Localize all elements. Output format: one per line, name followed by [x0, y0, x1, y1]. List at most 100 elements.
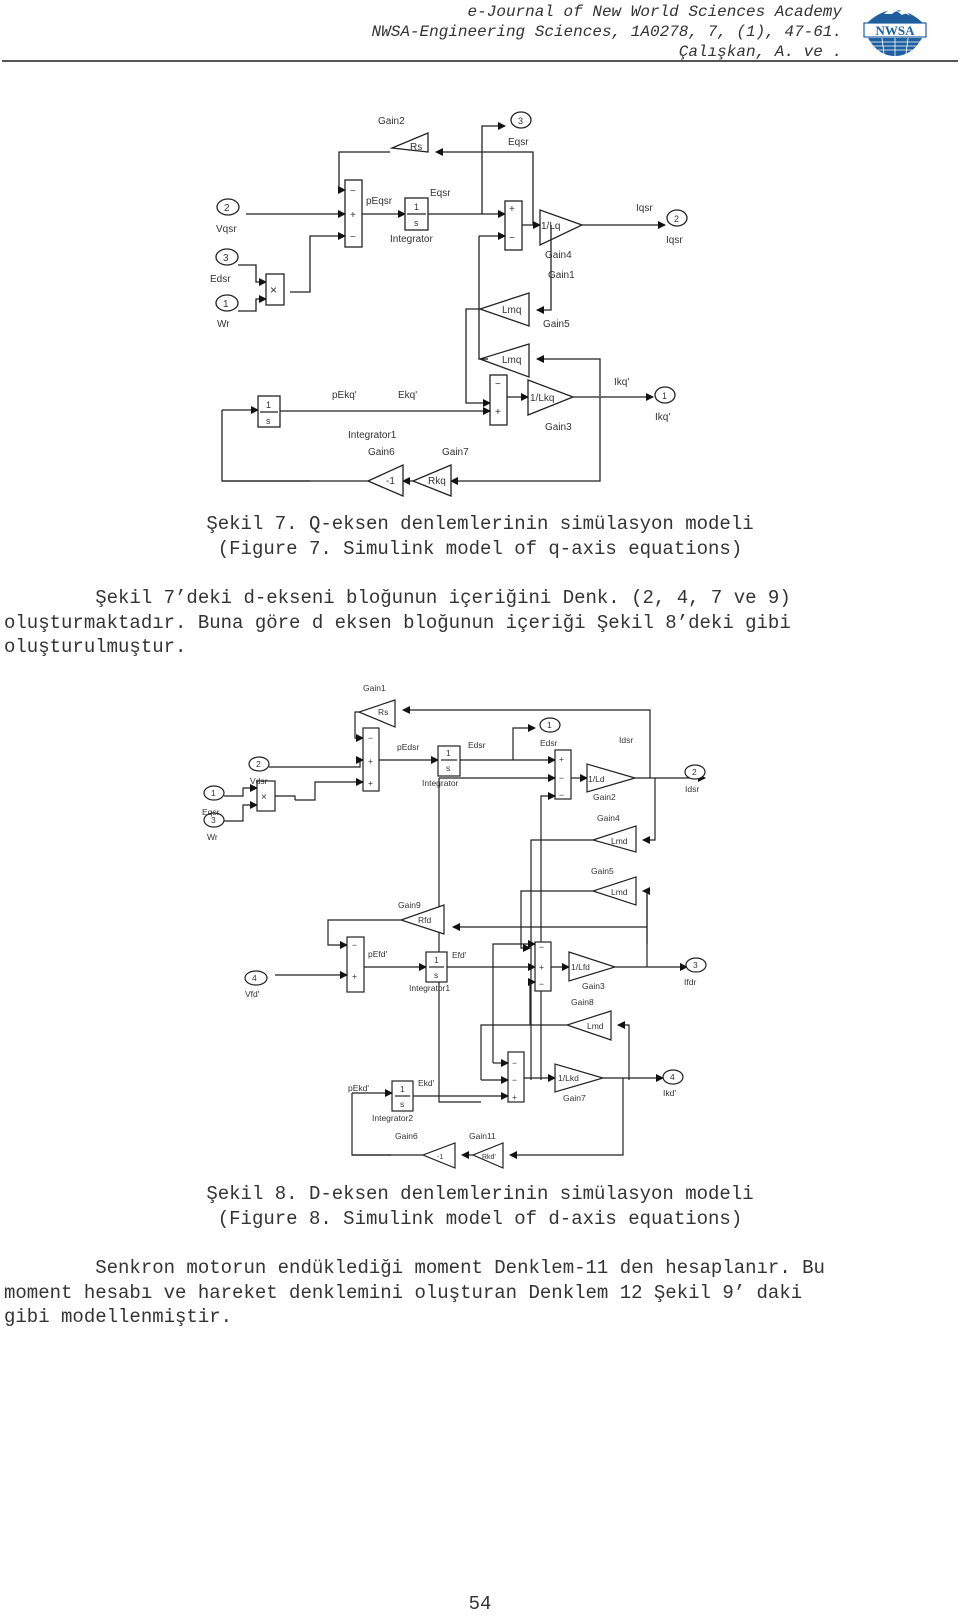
label-gain4: Gain4 — [597, 813, 620, 823]
paragraph-1: Şekil 7’deki d-ekseni bloğunun içeriğini… — [4, 587, 791, 658]
label-pEkq: pEkq' — [332, 390, 357, 401]
label-edsr: Edsr — [210, 274, 231, 285]
label-gain1: Gain1 — [363, 683, 386, 693]
label-gain7: Gain7 — [563, 1093, 586, 1103]
sign: − — [512, 1075, 517, 1085]
label-out2-num: 2 — [692, 767, 697, 777]
sign: − — [368, 733, 373, 743]
label-idsr-signal: Idsr — [619, 735, 633, 745]
label-int-num: 1 — [446, 748, 451, 758]
label-integrator: Integrator — [390, 234, 433, 245]
label-int-num: 1 — [414, 202, 419, 212]
label-gain4: Gain4 — [545, 250, 572, 261]
label-in3-num: 3 — [223, 253, 229, 264]
label-wr: Wr — [217, 319, 230, 330]
label-gain6: Gain6 — [368, 447, 395, 458]
label-int1-num: 1 — [266, 400, 271, 410]
paragraph-2: Senkron motorun endüklediği moment Denkl… — [4, 1257, 825, 1328]
label-product: × — [270, 283, 277, 297]
label-out3-num: 3 — [693, 960, 698, 970]
sign: + — [539, 962, 544, 972]
sign: + — [350, 210, 356, 221]
sign: + — [495, 407, 501, 418]
sign: − — [539, 942, 544, 952]
logo-text: NWSA — [875, 23, 915, 38]
page-header: e-Journal of New World Sciences Academy … — [0, 0, 960, 62]
label-pEfd: pEfd' — [368, 949, 387, 959]
gain1-block[interactable] — [357, 699, 396, 728]
sign: − — [539, 979, 544, 989]
label-gain5: Gain5 — [591, 866, 614, 876]
label-gain7-value: 1/Lkd — [558, 1073, 579, 1083]
label-gain1: Gain1 — [548, 270, 575, 281]
label-gain3: Gain3 — [582, 981, 605, 991]
article-authors: Çalışkan, A. ve . — [678, 43, 842, 61]
label-gain6: Gain6 — [395, 1131, 418, 1141]
label-gain4-value: 1/Lq — [541, 221, 560, 232]
sign: − — [495, 379, 501, 390]
figure-7-caption-en: (Figure 7. Simulink model of q-axis equa… — [217, 538, 743, 560]
label-rs: Rs — [378, 707, 388, 717]
label-neg1: -1 — [386, 476, 395, 487]
label-ekq: Ekq' — [398, 390, 417, 401]
figure-8-caption: Şekil 8. D-eksen denlemlerinin simülasyo… — [0, 1182, 960, 1232]
figure-7-diagram: Gain2 Rs 2 Vqsr 3 Edsr 1 Wr × − + − pEqs… — [200, 100, 720, 500]
label-gain2-value: 1/Ld — [588, 774, 605, 784]
label-rkd: Rkd' — [482, 1154, 496, 1161]
sign: + — [368, 756, 373, 766]
label-vqsr: Vqsr — [216, 224, 237, 235]
label-gain9: Gain9 — [398, 900, 421, 910]
figure-8-caption-en: (Figure 8. Simulink model of d-axis equa… — [217, 1208, 743, 1230]
label-ekd: Ekd' — [418, 1078, 435, 1088]
label-product: × — [261, 792, 267, 803]
figure-8-caption-tr: Şekil 8. D-eksen denlemlerinin simülasyo… — [206, 1183, 754, 1205]
sign: − — [512, 1058, 517, 1068]
label-vfd: Vfd' — [245, 989, 260, 999]
label-in1-num: 1 — [211, 788, 216, 798]
label-out2: Iqsr — [666, 235, 683, 246]
label-out2-num: 2 — [674, 214, 679, 224]
label-gain11: Gain11 — [469, 1131, 496, 1141]
label-int2-den: s — [400, 1099, 404, 1109]
label-pEkd: pEkd' — [348, 1083, 369, 1093]
label-lmd5: Lmd — [611, 887, 628, 897]
journal-reference: NWSA-Engineering Sciences, 1A0278, 7, (1… — [371, 23, 842, 41]
label-int1-num: 1 — [434, 955, 439, 965]
label-rs: Rs — [410, 142, 422, 153]
label-pEdsr: pEdsr — [397, 742, 419, 752]
label-out3-num: 3 — [518, 116, 523, 126]
sign: − — [350, 186, 356, 197]
label-gain7: Gain7 — [442, 447, 469, 458]
label-edsr-signal: Edsr — [468, 740, 486, 750]
label-gain3-value: 1/Lfd — [571, 962, 590, 972]
label-vdsr: Vdsr — [250, 776, 268, 786]
label-lmd8: Lmd — [587, 1021, 604, 1031]
sign: − — [559, 773, 564, 783]
sign: + — [512, 1092, 517, 1102]
header-rule — [2, 60, 958, 62]
sign: + — [368, 778, 373, 788]
label-out4: Ikd' — [663, 1088, 676, 1098]
label-in4-num: 4 — [252, 973, 257, 983]
nwsa-logo-icon: NWSA — [863, 9, 927, 56]
label-gain3: Gain3 — [545, 422, 572, 433]
label-out1: Edsr — [540, 738, 558, 748]
label-int-den: s — [414, 218, 419, 228]
label-pEqsr: pEqsr — [366, 196, 393, 207]
label-in2-num: 2 — [256, 759, 261, 769]
label-efd: Efd' — [452, 950, 467, 960]
sign: − — [509, 233, 515, 244]
label-iqsr-signal: Iqsr — [636, 203, 653, 214]
label-int1-den: s — [434, 970, 438, 980]
sign: − — [559, 790, 564, 800]
label-out1-num: 1 — [547, 720, 552, 730]
sign: − — [352, 940, 357, 950]
label-integrator1: Integrator1 — [409, 983, 450, 993]
label-gain8: Gain8 — [571, 997, 594, 1007]
figure-7-caption-tr: Şekil 7. Q-eksen denlemlerinin simülasyo… — [206, 513, 754, 535]
label-lmq2: Lmq — [502, 355, 521, 366]
journal-citation: e-Journal of New World Sciences Academy … — [372, 2, 842, 62]
label-int-den: s — [446, 763, 450, 773]
label-out4-num: 4 — [670, 1072, 675, 1082]
label-out3: Ifdr — [684, 977, 696, 987]
